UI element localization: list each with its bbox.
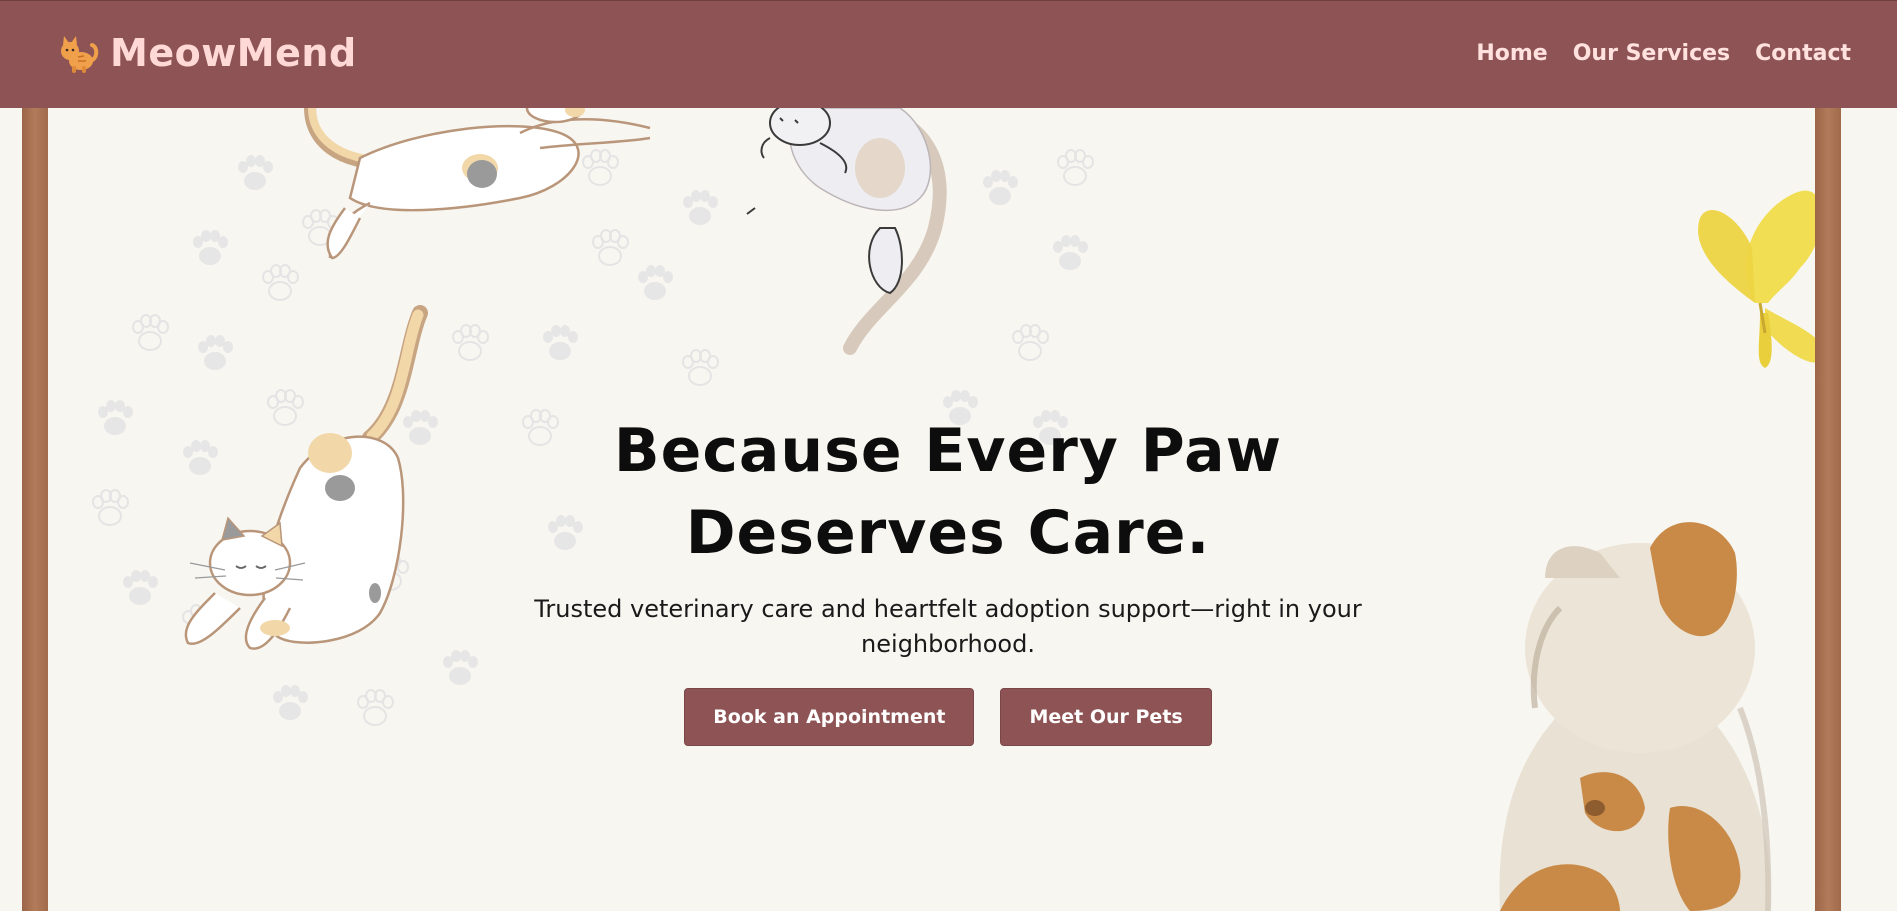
nav-home[interactable]: Home (1476, 41, 1547, 66)
hero-section: Because Every Paw Deserves Care. Trusted… (448, 410, 1448, 746)
butterfly (1698, 190, 1826, 368)
frame-post-left (22, 108, 48, 911)
cat-icon (61, 36, 99, 73)
site-header: MeowMend Home Our Services Contact (0, 0, 1897, 108)
brand-logo[interactable]: MeowMend (56, 31, 357, 75)
frame-post-right (1815, 108, 1841, 911)
book-appointment-button[interactable]: Book an Appointment (684, 688, 975, 746)
page: MeowMend Home Our Services Contact Becau… (0, 0, 1897, 911)
meet-our-pets-button[interactable]: Meet Our Pets (1000, 688, 1212, 746)
main-nav: Home Our Services Contact (1476, 41, 1851, 66)
nav-contact[interactable]: Contact (1755, 41, 1851, 66)
nav-our-services[interactable]: Our Services (1573, 41, 1730, 66)
hero-subtitle: Trusted veterinary care and heartfelt ad… (534, 595, 1362, 658)
sitting-calico-cat (1499, 522, 1772, 911)
hero-actions: Book an Appointment Meet Our Pets (448, 688, 1448, 746)
hero-title: Because Every Paw Deserves Care. (613, 416, 1283, 568)
brand-name: MeowMend (110, 31, 357, 75)
hanging-cat (746, 108, 947, 355)
